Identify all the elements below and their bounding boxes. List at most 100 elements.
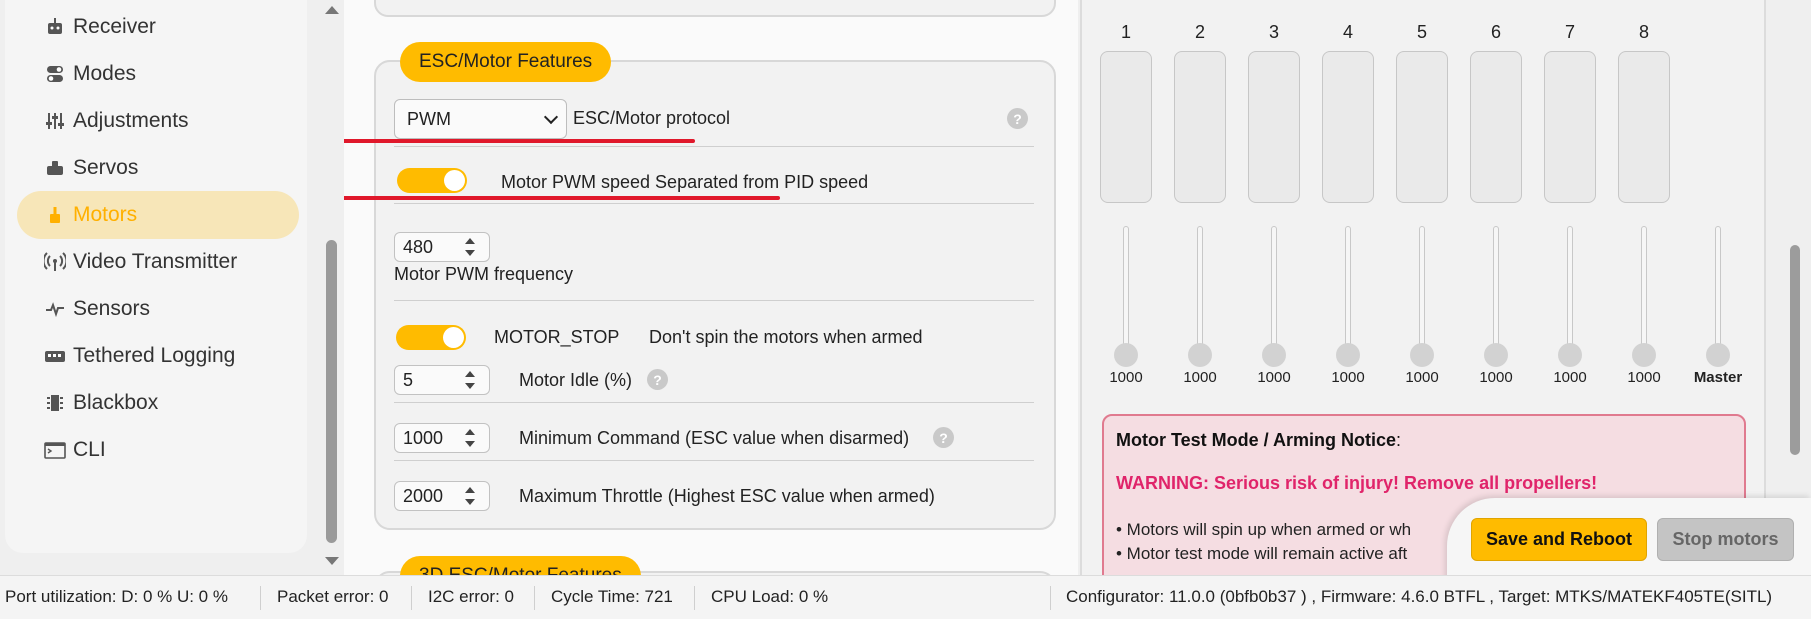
stepper-arrows-icon[interactable] — [465, 237, 477, 257]
motor-value: 1000 — [1331, 369, 1365, 386]
divider — [394, 460, 1034, 461]
divider — [1050, 586, 1051, 610]
motor-slider-handle[interactable] — [1632, 343, 1656, 367]
save-and-reboot-button[interactable]: Save and Reboot — [1471, 518, 1647, 561]
scroll-up-arrow[interactable] — [325, 6, 339, 14]
pwm-separated-label: Motor PWM speed Separated from PID speed — [501, 172, 869, 192]
motor-value: 1000 — [1553, 369, 1587, 386]
sidebar-item-receiver[interactable]: Receiver — [17, 3, 299, 51]
stepper-arrows-icon[interactable] — [465, 486, 477, 506]
scroll-down-arrow[interactable] — [325, 557, 339, 565]
sidebar-item-label: Motors — [73, 203, 138, 226]
receiver-icon — [43, 15, 67, 39]
previous-panel — [374, 0, 1056, 17]
motor-idle-input[interactable]: 5 — [394, 365, 490, 395]
cpu-load: CPU Load: 0 % — [711, 587, 829, 606]
motor-number: 8 — [1638, 22, 1649, 42]
motor-slider-track[interactable] — [1123, 226, 1129, 354]
pwm-frequency-input[interactable]: 480 — [394, 232, 490, 262]
motor-value: 1000 — [1109, 369, 1143, 386]
sidebar-item-sensors[interactable]: Sensors — [17, 285, 299, 333]
sidebar-item-adjustments[interactable]: Adjustments — [17, 97, 299, 145]
help-icon[interactable]: ? — [933, 427, 954, 448]
motor-stop-label: MOTOR_STOP — [494, 327, 620, 347]
chip-icon — [43, 391, 67, 415]
divider — [394, 203, 1034, 204]
motor-slider-handle[interactable] — [1484, 343, 1508, 367]
motor-output-bar — [1396, 51, 1448, 203]
motor-value: 1000 — [1627, 369, 1661, 386]
terminal-icon — [43, 438, 67, 462]
toggle-knob — [444, 170, 465, 191]
sidebar-item-servos[interactable]: Servos — [17, 144, 299, 192]
motor-number: 4 — [1342, 22, 1353, 42]
motor-stop-toggle[interactable] — [396, 325, 466, 350]
content-scrollbar[interactable] — [318, 0, 344, 575]
sidebar-item-label: Servos — [73, 156, 139, 179]
motor-slider-track[interactable] — [1271, 226, 1277, 354]
motor-icon — [43, 203, 67, 227]
divider — [260, 586, 261, 610]
configurator-info: Configurator: 11.0.0 (0bfb0b37 ) , Firmw… — [1066, 587, 1773, 606]
master-slider-handle[interactable] — [1706, 343, 1730, 367]
right-scroll-thumb[interactable] — [1790, 245, 1800, 455]
motor-slider-handle[interactable] — [1262, 343, 1286, 367]
cycle-time: Cycle Time: 721 — [551, 587, 673, 606]
stepper-arrows-icon[interactable] — [465, 428, 477, 448]
motor-output-bar — [1322, 51, 1374, 203]
sidebar-item-label: Sensors — [73, 297, 151, 320]
sidebar-item-label: Tethered Logging — [73, 344, 236, 367]
motor-slider-track[interactable] — [1345, 226, 1351, 354]
sidebar-item-motors[interactable]: Motors — [17, 191, 299, 239]
motor-value: 1000 — [1257, 369, 1291, 386]
stop-motors-button[interactable]: Stop motors — [1657, 518, 1794, 561]
motor-value: 1000 — [1479, 369, 1513, 386]
scroll-thumb[interactable] — [326, 240, 337, 543]
divider — [411, 586, 412, 610]
sidebar-item-blackbox[interactable]: Blackbox — [17, 379, 299, 427]
sidebar-item-label: Blackbox — [73, 391, 159, 414]
motor-slider-track[interactable] — [1419, 226, 1425, 354]
motor-number: 6 — [1490, 22, 1501, 42]
stepper-arrows-icon[interactable] — [465, 370, 477, 390]
motor-slider-track[interactable] — [1197, 226, 1203, 354]
motor-value: 1000 — [1183, 369, 1217, 386]
motor-slider-handle[interactable] — [1336, 343, 1360, 367]
max-throttle-input[interactable]: 2000 — [394, 481, 490, 511]
chevron-down-icon — [543, 109, 559, 125]
divider — [694, 586, 695, 610]
motor-output-bar — [1544, 51, 1596, 203]
servo-icon — [43, 156, 67, 180]
help-icon[interactable]: ? — [1007, 108, 1028, 129]
esc-protocol-select[interactable]: PWM — [394, 99, 567, 139]
divider — [394, 300, 1034, 301]
pwm-frequency-label: Motor PWM frequency — [394, 264, 574, 284]
max-throttle-value: 2000 — [403, 485, 444, 506]
pwm-separated-toggle[interactable] — [397, 168, 467, 193]
master-slider-track[interactable] — [1715, 226, 1721, 354]
motor-slider-handle[interactable] — [1410, 343, 1434, 367]
sidebar-item-video-transmitter[interactable]: Video Transmitter — [17, 238, 299, 286]
motor-slider-track[interactable] — [1567, 226, 1573, 354]
notice-warning: WARNING: Serious risk of injury! Remove … — [1116, 473, 1598, 493]
min-command-input[interactable]: 1000 — [394, 423, 490, 453]
motor-stop-description: Don't spin the motors when armed — [649, 327, 923, 347]
motor-slider-handle[interactable] — [1188, 343, 1212, 367]
help-icon[interactable]: ? — [647, 369, 668, 390]
motor-slider-handle[interactable] — [1114, 343, 1138, 367]
toggle-knob — [443, 327, 464, 348]
i2c-error: I2C error: 0 — [428, 587, 514, 606]
sidebar-item-tethered-logging[interactable]: Tethered Logging — [17, 332, 299, 380]
sidebar-item-modes[interactable]: Modes — [17, 50, 299, 98]
sidebar: Receiver Modes Adjustments Servos Motors… — [5, 0, 307, 553]
motor-number: 5 — [1416, 22, 1427, 42]
motor-slider-handle[interactable] — [1558, 343, 1582, 367]
motor-slider-track[interactable] — [1493, 226, 1499, 354]
motor-slider-track[interactable] — [1641, 226, 1647, 354]
status-bar: Port utilization: D: 0 % U: 0 % Packet e… — [0, 575, 1811, 619]
notice-title: Motor Test Mode / Arming Notice: — [1116, 430, 1402, 450]
motor-idle-value: 5 — [403, 369, 414, 390]
max-throttle-label: Maximum Throttle (Highest ESC value when… — [519, 486, 935, 506]
sidebar-item-cli[interactable]: CLI — [17, 426, 299, 474]
motor-number: 3 — [1268, 22, 1279, 42]
